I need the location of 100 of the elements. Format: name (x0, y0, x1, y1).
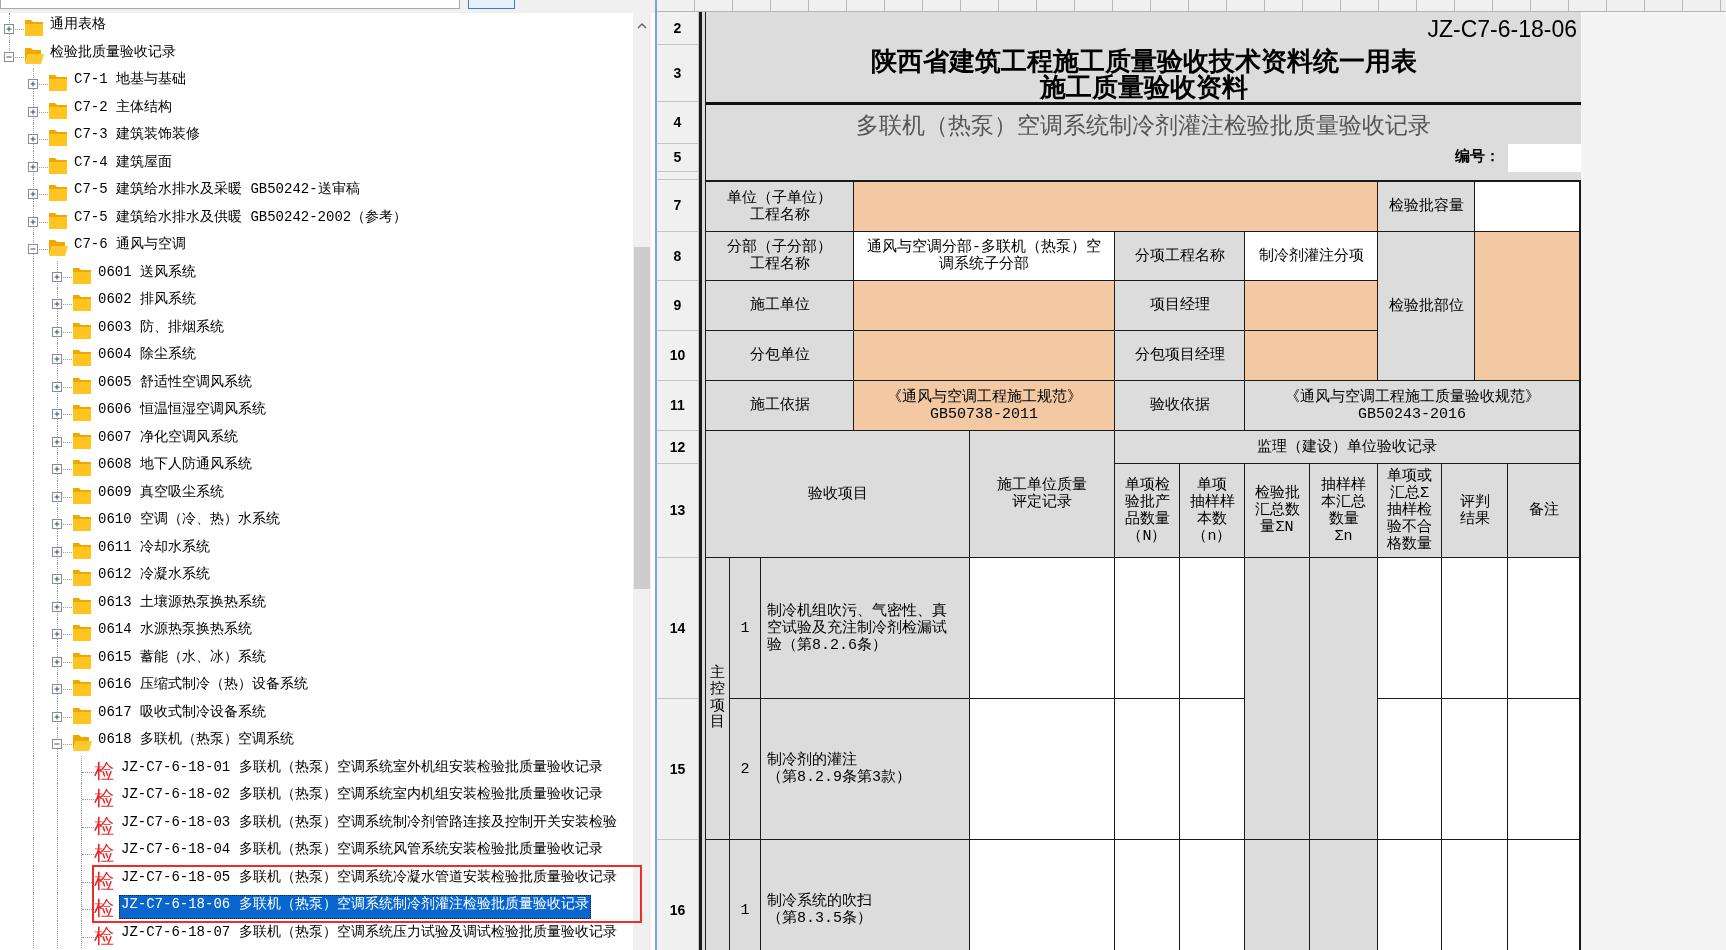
expand-icon[interactable] (52, 519, 62, 529)
tree-item[interactable]: 0614 水源热泵换热系统 (96, 620, 254, 644)
row-header[interactable]: 8 (657, 232, 699, 281)
input-cell[interactable] (1508, 558, 1581, 699)
input-cell[interactable] (970, 699, 1115, 840)
row-header[interactable]: 2 (657, 12, 699, 45)
expand-icon[interactable] (52, 656, 62, 667)
expand-icon[interactable] (52, 464, 62, 474)
tree-item[interactable]: 0604 除尘系统 (96, 345, 198, 369)
row-header[interactable]: 9 (657, 281, 699, 331)
expand-icon[interactable] (28, 79, 38, 89)
collapse-icon[interactable] (28, 244, 38, 254)
tree-item[interactable]: 0601 送风系统 (96, 262, 198, 287)
expand-icon[interactable] (52, 271, 62, 282)
expand-icon[interactable] (28, 161, 38, 172)
input-cell[interactable]: 《通风与空调工程施工规范》 GB50738-2011 (854, 381, 1115, 431)
expand-icon[interactable] (52, 491, 62, 502)
tree-item[interactable]: 0605 舒适性空调风系统 (96, 372, 254, 397)
tree-item[interactable]: 0612 冷凝水系统 (96, 565, 212, 589)
tree-item[interactable]: JZ-C7-6-18-07 多联机（热泵）空调系统压力试验及调试检验批质量验收记录 (119, 922, 619, 947)
input-cell[interactable] (854, 331, 1115, 381)
tree-item[interactable]: C7-6 通风与空调 (72, 235, 188, 259)
tree-item[interactable]: 0611 冷却水系统 (96, 537, 212, 562)
expand-icon[interactable] (52, 574, 62, 584)
row-header[interactable]: 7 (657, 180, 699, 232)
tree-item[interactable]: JZ-C7-6-18-06 多联机（热泵）空调系统制冷剂灌注检验批质量验收记录 (119, 895, 591, 919)
input-cell[interactable] (854, 180, 1378, 232)
input-cell[interactable] (970, 558, 1115, 699)
row-header[interactable]: 12 (657, 431, 699, 464)
expand-icon[interactable] (28, 189, 38, 199)
input-cell[interactable] (1442, 558, 1508, 699)
input-cell[interactable] (1508, 699, 1581, 840)
row-header[interactable]: 10 (657, 331, 699, 381)
expand-icon[interactable] (52, 436, 62, 447)
tree-item[interactable]: 0608 地下人防通风系统 (96, 455, 254, 479)
input-cell[interactable] (1378, 558, 1442, 699)
row-header[interactable]: 13 (657, 464, 699, 558)
tree-item[interactable]: 0606 恒温恒湿空调风系统 (96, 400, 268, 424)
expand-icon[interactable] (52, 409, 62, 419)
expand-icon[interactable] (52, 601, 62, 612)
tree-item[interactable]: 通用表格 (48, 15, 108, 39)
tree-item[interactable]: 0618 多联机（热泵）空调系统 (96, 730, 296, 754)
tree-item[interactable]: C7-2 主体结构 (72, 97, 174, 122)
tree-item[interactable]: C7-5 建筑给水排水及采暖 GB50242-送审稿 (72, 180, 362, 204)
input-cell[interactable] (1245, 331, 1378, 381)
scrollbar-thumb[interactable] (634, 247, 650, 589)
text-field[interactable] (0, 0, 460, 9)
tree-item[interactable]: C7-5 建筑给水排水及供暖 GB50242-2002（参考） (72, 207, 410, 232)
expand-icon[interactable] (28, 216, 38, 227)
collapse-icon[interactable] (52, 739, 62, 749)
tree-item[interactable]: JZ-C7-6-18-02 多联机（热泵）空调系统室内机组安装检验批质量验收记录 (119, 785, 605, 809)
scroll-up-icon[interactable] (637, 23, 647, 29)
tree-item[interactable]: JZ-C7-6-18-04 多联机（热泵）空调系统风管系统安装检验批质量验收记录 (119, 840, 605, 864)
row-header[interactable]: 16 (657, 840, 699, 950)
tree-item[interactable]: C7-3 建筑装饰装修 (72, 125, 202, 149)
expand-icon[interactable] (28, 134, 38, 144)
tree-item[interactable]: 检验批质量验收记录 (48, 42, 178, 67)
tree-item[interactable]: 0603 防、排烟系统 (96, 317, 226, 342)
input-cell[interactable] (1442, 699, 1508, 840)
input-cell[interactable] (1245, 281, 1378, 331)
row-header[interactable]: 4 (657, 102, 699, 144)
expand-icon[interactable] (52, 711, 62, 722)
expand-icon[interactable] (4, 24, 14, 34)
tree-item[interactable]: 0609 真空吸尘系统 (96, 482, 226, 507)
row-header[interactable]: 14 (657, 558, 699, 699)
tree-item[interactable]: 0610 空调（冷、热）水系统 (96, 510, 282, 534)
expand-icon[interactable] (52, 684, 62, 694)
expand-icon[interactable] (52, 629, 62, 639)
tree-item[interactable]: 0607 净化空调风系统 (96, 427, 240, 452)
expand-icon[interactable] (28, 106, 38, 117)
tree-item[interactable]: C7-4 建筑屋面 (72, 152, 174, 177)
toolbar-button[interactable] (468, 0, 515, 9)
number-field[interactable] (1508, 144, 1581, 172)
expand-icon[interactable] (52, 326, 62, 337)
expand-icon[interactable] (52, 546, 62, 557)
expand-icon[interactable] (52, 354, 62, 364)
tree-item[interactable]: 0616 压缩式制冷（热）设备系统 (96, 675, 310, 699)
tree-item[interactable]: 0615 蓄能（水、冰）系统 (96, 647, 268, 672)
row-header[interactable]: 5 (657, 144, 699, 172)
input-cell[interactable] (1475, 232, 1581, 381)
tree-item[interactable]: JZ-C7-6-18-05 多联机（热泵）空调系统冷凝水管道安装检验批质量验收记录 (119, 867, 619, 892)
tree-item[interactable]: 0617 吸收式制冷设备系统 (96, 702, 268, 727)
input-cell[interactable] (1115, 558, 1180, 699)
row-header[interactable]: 11 (657, 381, 699, 431)
input-cell[interactable] (854, 281, 1115, 331)
input-cell[interactable] (1115, 699, 1180, 840)
expand-icon[interactable] (52, 381, 62, 392)
tree-item[interactable]: 0602 排风系统 (96, 290, 198, 314)
row-header[interactable]: 15 (657, 699, 699, 840)
tree-item[interactable]: JZ-C7-6-18-01 多联机（热泵）空调系统室外机组安装检验批质量验收记录 (119, 757, 605, 782)
tree-item[interactable]: C7-1 地基与基础 (72, 70, 188, 94)
input-cell[interactable] (1180, 699, 1245, 840)
collapse-icon[interactable] (4, 51, 14, 62)
tree-item[interactable]: JZ-C7-6-18-03 多联机（热泵）空调系统制冷剂管路连接及控制开关安装检验 (119, 812, 619, 837)
input-cell[interactable] (1378, 699, 1442, 840)
row-header[interactable]: 3 (657, 45, 699, 102)
tree-item[interactable]: 0613 土壤源热泵换热系统 (96, 592, 268, 617)
input-cell[interactable] (1475, 180, 1581, 232)
expand-icon[interactable] (52, 299, 62, 309)
input-cell[interactable] (1180, 558, 1245, 699)
